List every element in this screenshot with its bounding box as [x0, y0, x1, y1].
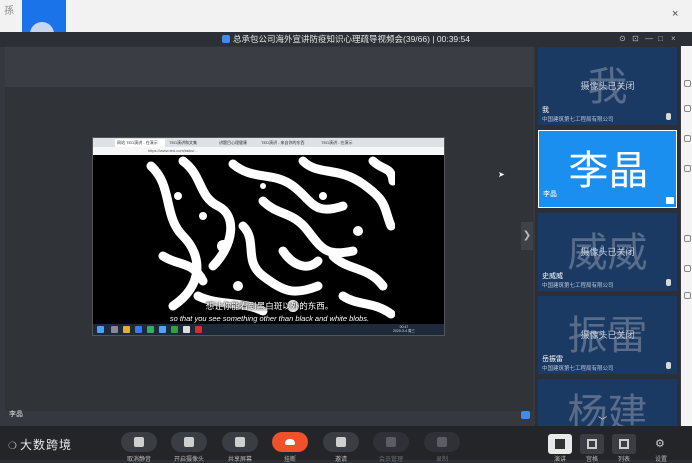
browser-tab: TED演讲 - 在演示: [321, 140, 353, 145]
edge-app-icon[interactable]: [684, 165, 691, 172]
participant-name: 李晶: [543, 191, 557, 198]
screen-share-status-icon: [521, 411, 530, 419]
secure-shield-icon: [222, 35, 231, 43]
mic-muted-icon: [666, 279, 671, 286]
maximize-button[interactable]: □: [658, 34, 663, 43]
browser-address-bar: [93, 147, 444, 155]
share-screen-button[interactable]: [222, 432, 258, 452]
view-grid-button[interactable]: [580, 434, 604, 454]
members-icon: [386, 437, 396, 447]
active-speaker-name: 李晶: [9, 411, 23, 418]
taskbar-app-icon: [159, 326, 166, 333]
desktop-text: 孫: [4, 6, 14, 17]
camera-button[interactable]: [171, 432, 207, 452]
participant-tile-active[interactable]: 李晶 李晶: [538, 130, 677, 208]
edge-app-icon[interactable]: [684, 292, 691, 299]
tile-watermark: 李晶: [568, 148, 649, 194]
mic-off-icon: [134, 437, 144, 447]
window-title-text: 总承包公司海外宣讲防疫知识心理疏导视频会(39/66) | 00:39:54: [233, 34, 470, 44]
participant-org: 中国建筑第七工程局有限公司: [542, 366, 614, 372]
taskbar-app-icon: [135, 326, 142, 333]
edge-app-icon[interactable]: [684, 105, 691, 112]
edge-app-icon[interactable]: [684, 135, 691, 142]
chevron-right-icon[interactable]: ❯: [521, 222, 533, 250]
browser-tab: TED演讲和文集: [169, 140, 197, 145]
camera-off-label: 摄像头已关闭: [580, 330, 635, 340]
list-view-icon: [619, 439, 629, 449]
participant-tile-self[interactable]: 我 摄像头已关闭 我 中国建筑第七工程局有限公司: [538, 47, 677, 125]
edge-app-icon[interactable]: [684, 265, 691, 272]
view-list-button[interactable]: [612, 434, 636, 454]
participant-name: 史威威: [542, 273, 563, 280]
video-content-pattern: [143, 156, 395, 320]
taskbar-clock: 00:47 2020-3-4 周三: [393, 325, 415, 333]
grid-view-icon: [587, 439, 597, 449]
participant-org: 中国建筑第七工程局有限公司: [542, 283, 614, 289]
desktop-background: [0, 0, 692, 32]
brand-logo: ❍ 大数跨境: [8, 436, 72, 453]
taskbar-app-icon: [147, 326, 154, 333]
fullscreen-icon[interactable]: ⊙: [619, 34, 626, 43]
camera-icon: [184, 437, 194, 447]
participant-org: 中国建筑第七工程局有限公司: [542, 117, 614, 123]
pip-icon[interactable]: ⊡: [632, 34, 639, 43]
taskbar-app-icon: [123, 326, 130, 333]
stage-top-strip: [5, 47, 533, 87]
record-button[interactable]: [424, 432, 460, 452]
invite-icon: [336, 437, 346, 447]
minimize-button[interactable]: —: [645, 34, 653, 43]
gear-icon[interactable]: ⚙: [655, 437, 665, 450]
invite-button[interactable]: [323, 432, 359, 452]
browser-url: https://www.ted.com/talks/...: [148, 148, 198, 153]
speaker-bar: [5, 384, 533, 410]
view-speaker-button[interactable]: [548, 434, 572, 454]
participant-tile[interactable]: 振雷 摄像头已关闭 岳振雷 中国建筑第七工程局有限公司: [538, 296, 677, 374]
subtitle-chinese: 想让你能看到黑白斑以外的东西。: [205, 301, 334, 311]
screen-share-icon: [666, 197, 674, 204]
hangup-icon: [285, 439, 295, 445]
speaker-view-icon: [555, 439, 565, 449]
edge-app-icon[interactable]: [684, 235, 691, 242]
participant-name: 岳振雷: [542, 356, 563, 363]
mouse-cursor-icon: ➤: [498, 170, 505, 179]
window-title: 总承包公司海外宣讲防疫知识心理疏导视频会(39/66) | 00:39:54: [0, 32, 692, 47]
members-button[interactable]: [373, 432, 409, 452]
subtitle-english: so that you see something other than bla…: [169, 314, 370, 323]
settings-label: 设置: [654, 457, 667, 463]
brand-logo-icon: ❍: [8, 441, 18, 452]
taskbar-app-icon: [195, 326, 202, 333]
brand-logo-text: 大数跨境: [19, 438, 72, 452]
camera-off-label: 摄像头已关闭: [580, 247, 635, 257]
mic-muted-icon: [666, 362, 671, 369]
browser-tab: TED演讲 - 来自你的东西: [261, 140, 305, 145]
camera-off-label: 摄像头已关闭: [580, 81, 635, 91]
participant-tile[interactable]: 杨建: [538, 379, 677, 426]
unmute-button[interactable]: [121, 432, 157, 452]
screen-share-icon: [235, 437, 245, 447]
taskbar-app-icon: [171, 326, 178, 333]
record-label: 录制: [435, 457, 448, 463]
browser-tabs: 网站 TED演讲 - 在演示 TED演讲和文集 讲题目心理健康 TED演讲 - …: [93, 138, 444, 147]
desktop-close-icon[interactable]: ×: [672, 8, 678, 20]
shared-screen: 网站 TED演讲 - 在演示 TED演讲和文集 讲题目心理健康 TED演讲 - …: [92, 137, 445, 336]
record-icon: [437, 437, 447, 447]
participant-tile[interactable]: 威威 摄像头已关闭 史威威 中国建筑第七工程局有限公司: [538, 213, 677, 291]
taskbar-app-icon: [111, 326, 118, 333]
browser-tab: 网站 TED演讲 - 在演示: [115, 139, 165, 147]
close-button[interactable]: ×: [671, 34, 676, 43]
edge-app-icon[interactable]: [684, 80, 691, 87]
hangup-button[interactable]: [272, 432, 308, 452]
taskbar-app-icon: [183, 326, 190, 333]
mic-muted-icon: [666, 113, 671, 120]
windows-start-icon: [97, 326, 104, 333]
participant-name: 我: [542, 107, 549, 114]
browser-tab: 讲题目心理健康: [219, 140, 247, 145]
taskbar-date: 2020-3-4 周三: [393, 329, 415, 333]
tile-watermark: 杨建: [567, 391, 648, 426]
